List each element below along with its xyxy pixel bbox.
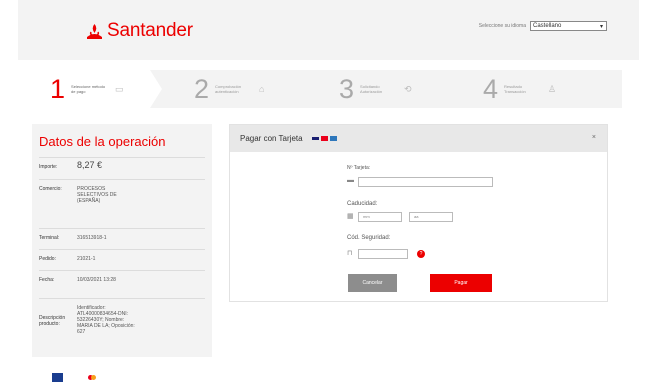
pay-button[interactable]: Pagar	[430, 274, 492, 292]
step-1: 1 Seleccione método de pago ▭	[50, 70, 124, 108]
step-number: 4	[483, 74, 499, 104]
security-logos	[52, 373, 110, 382]
step-text: Comprobación autenticación	[215, 84, 242, 94]
detail-row-date: Fecha: 10/03/2021 13:28	[39, 270, 205, 298]
brand-name: Santander	[107, 20, 193, 41]
visa-icon	[311, 137, 319, 140]
detail-value: 21021-1	[77, 256, 96, 262]
detail-value: 316513918-1	[77, 235, 107, 241]
step-number: 2	[194, 74, 210, 104]
language-value: Castellano	[533, 23, 562, 29]
operation-title: Datos de la operación	[39, 134, 166, 149]
mastercard-securecode-icon	[88, 374, 110, 382]
detail-value: Identificador: ATL40000834654-DNI: 53226…	[77, 305, 135, 335]
detail-value: 10/03/2021 13:28	[77, 277, 116, 283]
calendar-icon: ▦	[347, 213, 354, 220]
expiry-month-input[interactable]: mm	[358, 212, 402, 222]
step-2: 2 Comprobación autenticación ⌂	[194, 70, 264, 108]
detail-row-merchant: Comercio: PROCESOS SELECTIVOS DE (ESPAÑA…	[39, 179, 205, 223]
cvv-help-icon[interactable]: ?	[417, 250, 425, 258]
collapse-icon[interactable]: ×	[592, 134, 596, 141]
detail-row-terminal: Terminal: 316513918-1	[39, 228, 205, 249]
lock-icon: ⌂	[259, 84, 265, 94]
verified-by-visa-icon	[52, 373, 63, 382]
detail-label: Fecha:	[39, 277, 55, 283]
detail-label: Descripción producto:	[39, 315, 66, 327]
operation-details-panel: Datos de la operación Importe: 8,27 € Co…	[32, 124, 212, 357]
detail-row-order: Pedido: 21021-1	[39, 249, 205, 270]
detail-value: 8,27 €	[77, 160, 103, 170]
language-selector: Seleccione su idioma Castellano ▾	[479, 21, 607, 31]
detail-label: Comercio:	[39, 186, 62, 192]
padlock-icon: ⊓	[347, 250, 353, 257]
mastercard-icon	[320, 136, 328, 141]
detail-value: PROCESOS SELECTIVOS DE (ESPAÑA)	[77, 186, 117, 204]
detail-label: Importe:	[39, 164, 58, 170]
refresh-icon: ⟲	[404, 83, 412, 94]
amex-icon	[329, 136, 337, 141]
progress-steps: 1 Seleccione método de pago ▭ 2 Comproba…	[32, 70, 622, 108]
detail-row-description: Descripción producto: Identificador: ATL…	[39, 298, 205, 357]
detail-label: Pedido:	[39, 256, 56, 262]
step-number: 3	[339, 74, 355, 104]
step-text: Resultado Transacción	[504, 84, 526, 94]
step-text: Solicitando Autorización	[360, 84, 383, 94]
expiry-year-input[interactable]: aa	[409, 212, 453, 222]
header: Santander Seleccione su idioma Castellan…	[18, 0, 639, 60]
card-payment-panel: Pagar con Tarjeta × Nº Tarjeta: ▬ Caduci…	[229, 124, 608, 302]
cvv-input[interactable]	[358, 249, 408, 259]
flame-icon	[86, 23, 103, 39]
chevron-down-icon: ▾	[599, 24, 603, 30]
step-number: 1	[50, 74, 66, 104]
detail-row-amount: Importe: 8,27 €	[39, 157, 205, 179]
language-select[interactable]: Castellano ▾	[530, 21, 607, 31]
expiry-label: Caducidad:	[347, 201, 378, 207]
thumbs-up-icon: ♙	[548, 83, 557, 94]
card-icon: ▭	[115, 83, 124, 94]
card-number-label: Nº Tarjeta:	[347, 165, 371, 171]
santander-logo: Santander	[86, 20, 193, 42]
mastercard-yellow-circle	[91, 375, 96, 380]
payment-title: Pagar con Tarjeta	[240, 134, 303, 143]
step-4: 4 Resultado Transacción ♙	[483, 70, 556, 108]
card-payment-header[interactable]: Pagar con Tarjeta ×	[230, 125, 607, 152]
detail-label: Terminal:	[39, 235, 60, 241]
step-text: Seleccione método de pago	[71, 84, 106, 94]
step-3: 3 Solicitando Autorización ⟲	[339, 70, 412, 108]
language-label: Seleccione su idioma	[478, 23, 526, 29]
card-brand-icons	[310, 136, 337, 141]
card-icon: ▬	[347, 177, 354, 184]
cvv-label: Cód. Seguridad:	[347, 235, 391, 241]
card-number-input[interactable]	[358, 177, 493, 187]
cancel-button[interactable]: Cancelar	[348, 274, 397, 292]
